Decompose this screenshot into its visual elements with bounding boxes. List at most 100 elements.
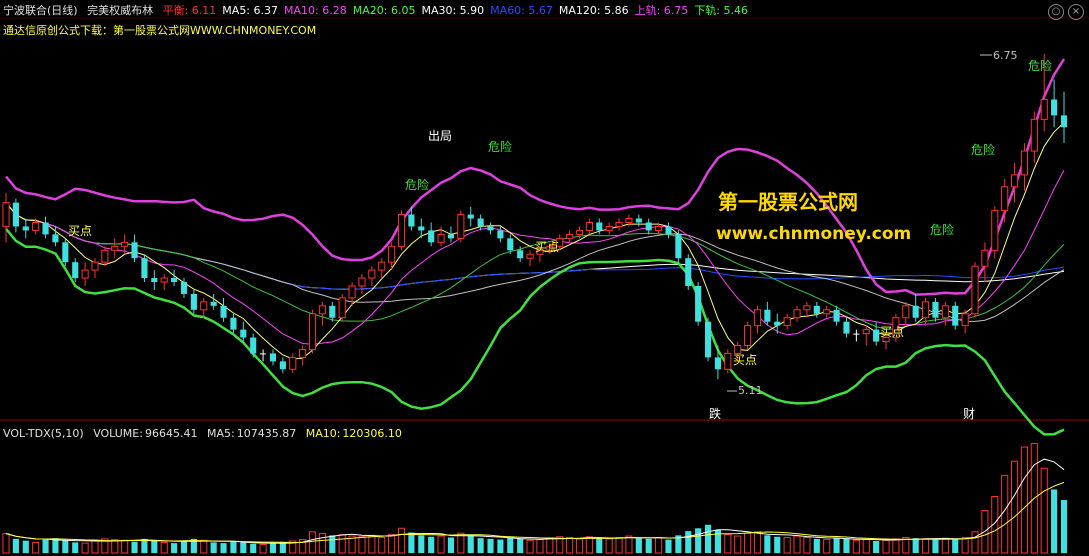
danger-signal-label: 危险 (971, 143, 996, 157)
candle-body (744, 325, 752, 346)
vol-ma10-label: MA10: (305, 427, 341, 440)
volume-bar (308, 531, 317, 554)
volume-bar (358, 536, 366, 554)
volume-value: 96645.41 (144, 427, 198, 440)
bollinger-upper-line (5, 58, 1066, 296)
volume-bar (338, 534, 346, 554)
candle-body (279, 361, 286, 370)
watermark-title: 第一股票公式网 (718, 190, 858, 214)
candle-body (22, 226, 29, 231)
candle-body (753, 309, 762, 327)
candle-body (873, 329, 880, 342)
vol-ma5-label: MA5: (206, 427, 235, 440)
volume-bar (141, 538, 148, 553)
volume-bar (160, 541, 168, 554)
volume-bar (892, 538, 900, 554)
candle-body (418, 226, 425, 231)
candle-body (141, 258, 148, 279)
volume-bar (952, 538, 959, 553)
candle-body (358, 277, 366, 287)
candle-body (397, 214, 406, 247)
indicator-value-4: MA30: 5.90 (421, 4, 485, 17)
candle-body (695, 285, 702, 322)
close-icon[interactable]: × (1068, 4, 1084, 20)
volume-bar (961, 536, 969, 554)
volume-bar (269, 543, 277, 553)
candle-body (220, 305, 227, 318)
formula-source-text: 通达信原创公式下载：第一股票公式网WWW.CHNMONEY.COM (3, 24, 317, 37)
chart-canvas[interactable] (0, 0, 1089, 556)
candle-body (665, 226, 672, 235)
candle-body (131, 242, 138, 259)
volume-bar (714, 529, 721, 553)
volume-bar (220, 543, 227, 553)
volume-indicator-name: VOL-TDX(5,10) (3, 427, 84, 440)
volume-bar (1020, 446, 1029, 554)
candle-body (457, 214, 465, 239)
volume-bar (91, 540, 99, 554)
indicator-value-3: MA20: 6.05 (352, 4, 416, 17)
danger-signal-label: 危险 (930, 223, 955, 237)
volume-bar (655, 536, 663, 554)
period-label: (日线) (47, 4, 78, 17)
candle-body (171, 278, 178, 283)
volume-bar (596, 538, 603, 553)
candle-body (625, 218, 633, 223)
candle-body (378, 261, 386, 271)
candle-body (635, 218, 642, 223)
candle-body (793, 309, 801, 319)
candle-body (507, 238, 514, 251)
vol-ma5-value: 107435.87 (236, 427, 297, 440)
candle-body (151, 278, 158, 283)
volume-bar (695, 528, 702, 553)
volume-bar (121, 539, 129, 554)
candle-body (853, 333, 860, 335)
volume-bar (1051, 489, 1058, 553)
stock-name: 宁波联合 (3, 4, 47, 17)
candle-body (160, 277, 168, 283)
volume-bar (437, 535, 445, 554)
candle-body (437, 233, 445, 243)
volume-bar (388, 534, 396, 554)
volume-bar (397, 527, 406, 554)
buy-signal-label: 买点 (68, 224, 93, 238)
indicator-value-0: 平衡: 6.11 (162, 4, 217, 17)
candle-body (1030, 118, 1038, 152)
volume-bar (32, 541, 40, 554)
candle-body (724, 352, 732, 370)
volume-bar (734, 535, 742, 554)
candle-body (981, 249, 989, 267)
volume-bar (813, 538, 820, 553)
candle-body (348, 285, 356, 299)
volume-bar (418, 535, 425, 553)
candle-body (675, 234, 682, 259)
candle-body (12, 202, 19, 227)
candle-body (566, 233, 574, 239)
volume-bar (783, 536, 791, 554)
volume-header: VOL-TDX(5,10) VOLUME: 96645.41 MA5: 107435… (3, 425, 408, 442)
danger-signal-label: 危险 (488, 140, 513, 154)
volume-bar (240, 542, 247, 553)
candle-body (230, 317, 237, 330)
volume-bar (318, 533, 326, 554)
volume-bar (546, 537, 554, 554)
candle-body (1060, 115, 1068, 128)
volume-bar (803, 536, 811, 554)
restore-icon[interactable]: ○ (1048, 4, 1064, 20)
low-price-label: 5.11 (738, 384, 763, 397)
volume-bar (932, 539, 939, 553)
volume-bar (517, 538, 524, 553)
candle-body (971, 265, 979, 315)
candle-body (575, 229, 584, 235)
volume-bar (1010, 460, 1019, 554)
candle-body (922, 301, 930, 319)
candle-body (2, 202, 10, 227)
drop-marker-label: 跌 (709, 407, 722, 421)
candle-body (329, 305, 336, 318)
candle-body (783, 317, 791, 327)
candle-body (368, 269, 376, 279)
volume-bar (833, 538, 840, 553)
buy-signal-label: 买点 (535, 240, 560, 254)
volume-bar (971, 531, 979, 554)
volume-bar (477, 538, 484, 553)
